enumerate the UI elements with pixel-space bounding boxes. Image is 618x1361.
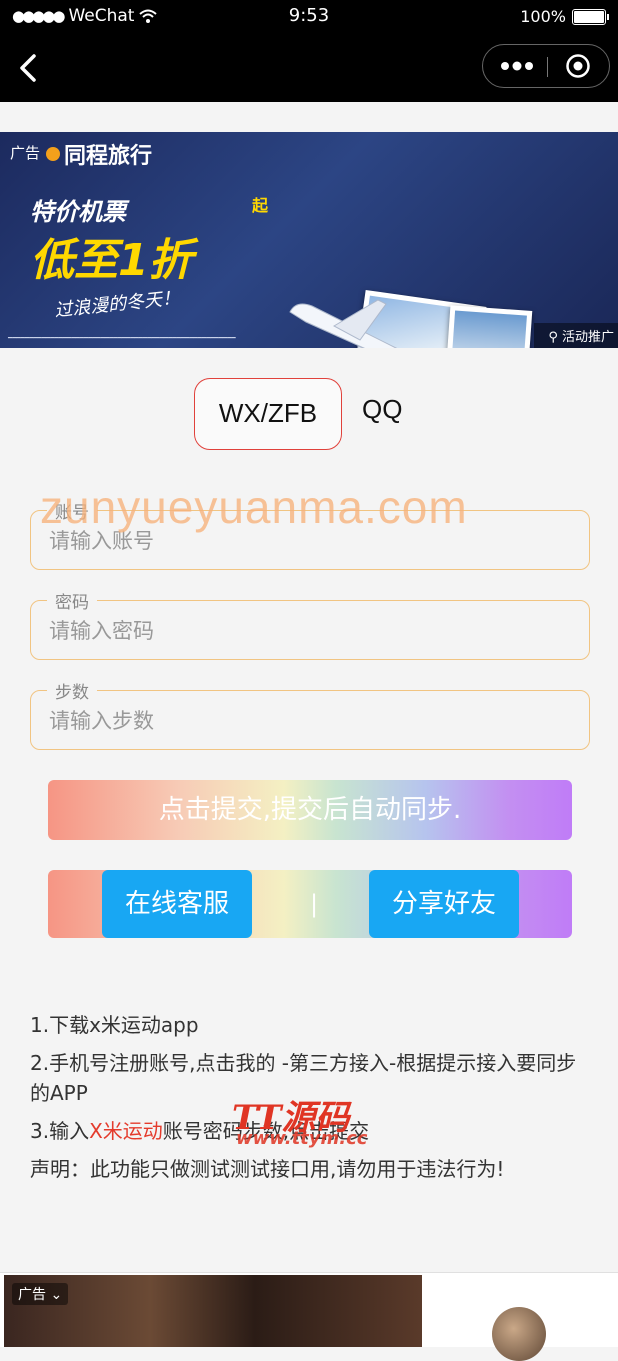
bottom-ad-label[interactable]: 广告 ⌄	[12, 1283, 69, 1305]
steps-input[interactable]	[47, 705, 571, 737]
battery-percent: 100%	[520, 7, 566, 26]
target-close-icon[interactable]	[565, 53, 591, 79]
tab-wx-zfb[interactable]: WX/ZFB	[194, 378, 342, 450]
online-service-button[interactable]: 在线客服	[102, 870, 252, 938]
mini-program-capsule	[482, 44, 610, 88]
activity-promo-tag: ⚲ 活动推广	[534, 323, 618, 348]
battery-icon	[572, 8, 609, 25]
action-bar: 在线客服 | 分享好友	[48, 870, 572, 938]
steps-label: 步数	[47, 678, 97, 703]
password-label: 密码	[47, 588, 97, 613]
steps-field: 步数	[30, 678, 590, 750]
site-watermark: zunyueyuanma.com	[40, 481, 468, 533]
brand-logo-icon	[46, 147, 60, 161]
promo-headline-1: 特价机票	[30, 198, 126, 226]
snow-photo-2	[445, 305, 533, 348]
status-bar: ●●●●● WeChat 9:53 100%	[0, 0, 618, 34]
brand-logo: 同程旅行	[46, 138, 152, 170]
step3-highlight: X米运动	[89, 1119, 163, 1143]
bottom-ad-image: 广告 ⌄	[4, 1275, 422, 1347]
chevron-down-icon: ⌄	[50, 1287, 63, 1303]
promo-headline-sup: 起	[252, 196, 269, 215]
bottom-ad[interactable]: 广告 ⌄	[0, 1272, 618, 1361]
ad-label: 广告	[10, 145, 41, 162]
banner-smallprint: ━━━━━━━━━━━━━━━━━━━━━━━━━━━━━━━━━━━━━━━━…	[8, 334, 236, 342]
banner-ad[interactable]: 广告 同程旅行 特价机票 低至1折 起 过浪漫的冬天！ ━━━━━━━━━━━━…	[0, 132, 618, 348]
bottom-ad-text: 广告	[18, 1287, 46, 1303]
share-friends-button[interactable]: 分享好友	[369, 870, 519, 938]
promo-tagline: 过浪漫的冬天！	[53, 287, 181, 322]
chevron-left-icon[interactable]	[14, 52, 44, 84]
action-separator: |	[310, 890, 319, 918]
tt-source-url: www.ttym.cc	[236, 1128, 368, 1149]
activity-label: 活动推广	[561, 330, 614, 345]
instruction-step-1: 1.下载x米运动app	[30, 1013, 199, 1037]
password-input[interactable]	[47, 615, 571, 647]
nav-bar	[0, 34, 618, 102]
airplane-icon	[289, 299, 398, 348]
tab-qq[interactable]: QQ	[362, 394, 402, 425]
step3-prefix: 3.输入	[30, 1119, 90, 1143]
more-dots-icon[interactable]	[497, 55, 537, 77]
submit-button[interactable]: 点击提交,提交后自动同步.	[48, 780, 572, 840]
status-right: 100%	[520, 7, 609, 26]
promo-headline-2: 低至1折	[30, 235, 193, 286]
brand-name: 同程旅行	[64, 144, 153, 169]
link-icon: ⚲	[548, 330, 558, 345]
avatar	[492, 1307, 546, 1361]
capsule-divider	[547, 57, 548, 77]
password-field: 密码	[30, 588, 590, 660]
disclaimer: 声明：此功能只做测试测试接口用,请勿用于违法行为!	[30, 1157, 505, 1181]
